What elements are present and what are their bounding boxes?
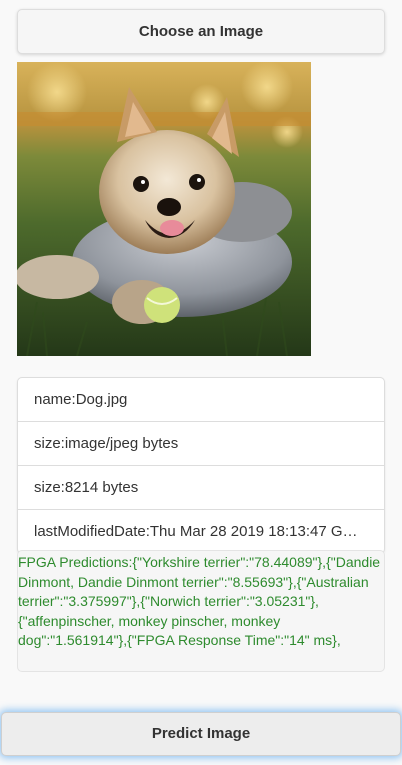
dog-photo [17, 62, 311, 356]
file-info-list: name:Dog.jpg size:image/jpeg bytes size:… [17, 377, 385, 554]
app-container: Choose an Image name:Dog.jpg size:image/… [0, 0, 402, 765]
file-info-type: size:image/jpeg bytes [18, 422, 384, 466]
file-info-name: name:Dog.jpg [18, 378, 384, 422]
predict-image-button[interactable]: Predict Image [1, 712, 401, 756]
fpga-predictions-output: FPGA Predictions:{"Yorkshire terrier":"7… [17, 550, 385, 672]
file-info-size: size:8214 bytes [18, 466, 384, 510]
dog-photo-illustration [17, 62, 311, 356]
file-info-last-modified: lastModifiedDate:Thu Mar 28 2019 18:13:4… [34, 523, 384, 540]
choose-image-button[interactable]: Choose an Image [17, 9, 385, 54]
